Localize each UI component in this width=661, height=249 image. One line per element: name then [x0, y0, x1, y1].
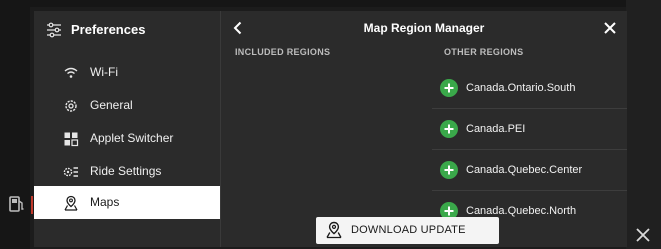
- region-manager-header: Map Region Manager: [221, 11, 627, 45]
- add-icon[interactable]: [440, 120, 458, 138]
- grid-icon: [64, 132, 79, 147]
- sidebar-item-general[interactable]: General: [34, 89, 220, 122]
- sidebar-item-label: Maps: [90, 195, 120, 209]
- background-top-strip: [0, 0, 661, 7]
- add-icon[interactable]: [440, 79, 458, 97]
- region-manager-panel: Map Region Manager INCLUDED REGIONS OTHE…: [221, 11, 627, 247]
- add-icon[interactable]: [440, 161, 458, 179]
- sidebar-item-maps[interactable]: Maps: [34, 186, 220, 219]
- sliders-icon: [47, 22, 61, 38]
- sidebar-item-label: General: [90, 98, 133, 112]
- sidebar-item-wifi[interactable]: Wi-Fi: [34, 56, 220, 89]
- page-title: Map Region Manager: [363, 21, 485, 35]
- background-right-edge: [626, 0, 661, 249]
- preferences-dialog: Preferences Wi-Fi General Applet Switche…: [34, 11, 627, 247]
- sidebar-item-ride-settings[interactable]: Ride Settings: [34, 155, 220, 188]
- ride-settings-icon: [63, 167, 78, 177]
- screen: Preferences Wi-Fi General Applet Switche…: [0, 0, 661, 249]
- list-item[interactable]: Canada.PEI: [432, 110, 627, 150]
- map-pin-icon: [326, 221, 342, 239]
- region-label: Canada.Quebec.Center: [466, 164, 583, 176]
- fuel-pump-icon: [9, 196, 24, 212]
- list-item[interactable]: Canada.Quebec.North: [432, 192, 627, 219]
- download-update-button[interactable]: DOWNLOAD UPDATE: [316, 217, 499, 244]
- sidebar-title: Preferences: [71, 22, 146, 37]
- included-regions-header: INCLUDED REGIONS: [235, 47, 331, 57]
- region-label: Canada.Ontario.South: [466, 82, 576, 94]
- background-indicator: [31, 196, 33, 214]
- sidebar-item-label: Wi-Fi: [90, 65, 118, 79]
- list-item[interactable]: Canada.Quebec.Center: [432, 151, 627, 191]
- gear-icon: [65, 100, 77, 112]
- close-icon[interactable]: [634, 226, 652, 244]
- sidebar-item-label: Ride Settings: [90, 164, 162, 178]
- region-label: Canada.Quebec.North: [466, 205, 577, 217]
- list-item[interactable]: Canada.Ontario.South: [432, 69, 627, 109]
- sidebar-item-label: Applet Switcher: [90, 131, 174, 145]
- preferences-sidebar: Preferences Wi-Fi General Applet Switche…: [34, 11, 220, 247]
- close-icon[interactable]: [603, 21, 617, 35]
- map-pin-icon: [64, 195, 78, 211]
- other-regions-header: OTHER REGIONS: [444, 47, 524, 57]
- region-label: Canada.PEI: [466, 123, 526, 135]
- sidebar-header: Preferences: [34, 11, 220, 49]
- download-update-label: DOWNLOAD UPDATE: [351, 224, 466, 236]
- sidebar-item-applet-switcher[interactable]: Applet Switcher: [34, 122, 220, 155]
- wifi-icon: [64, 67, 78, 78]
- other-regions-list: Canada.Ontario.South Canada.PEI Canada.Q…: [432, 69, 627, 219]
